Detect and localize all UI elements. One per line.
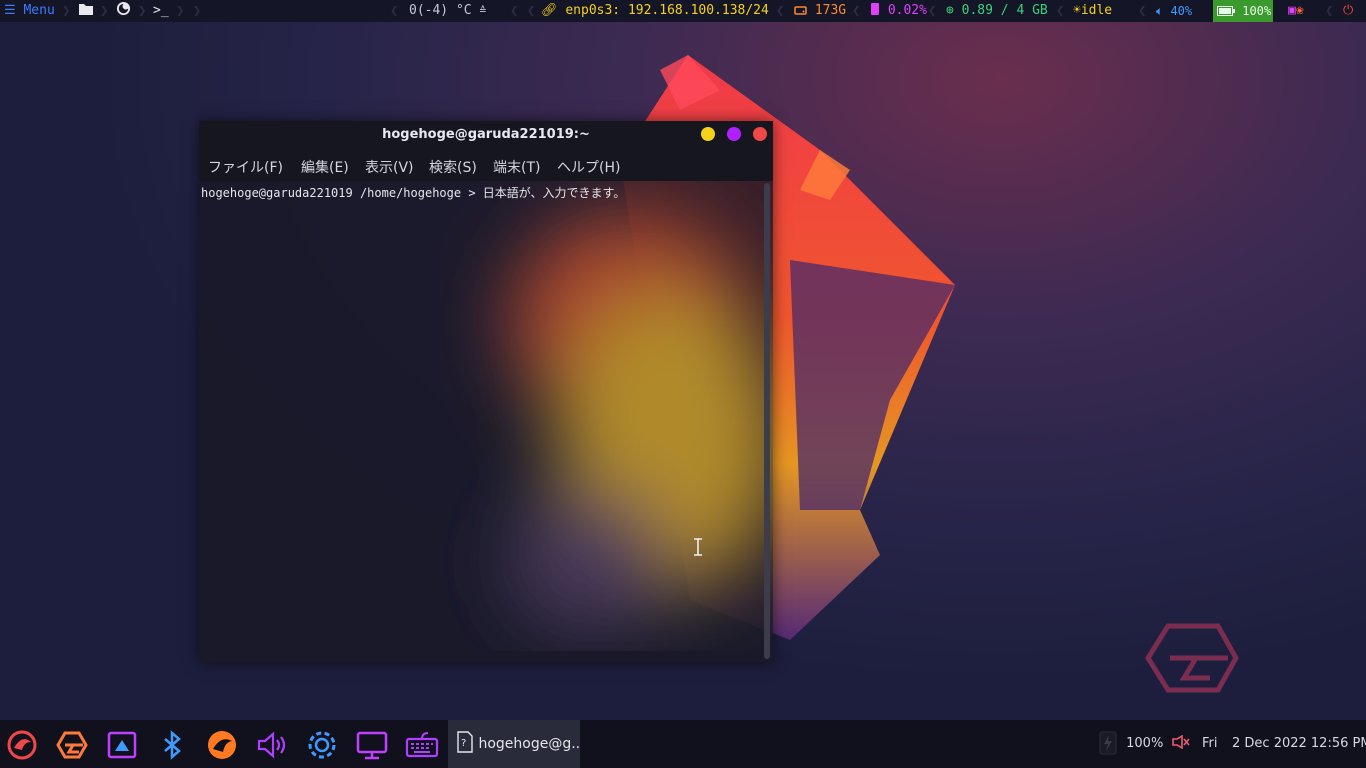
power-icon: ⏻ [1343, 3, 1354, 18]
network-widget[interactable]: 🔗︎ enp0s3: 192.168.100.138/24 [541, 0, 769, 22]
separator: ❯ [100, 3, 109, 19]
volume-mute-button[interactable] [1172, 720, 1190, 768]
menu-edit[interactable]: 編集(E) [301, 157, 349, 177]
separator: ❮ [852, 3, 861, 19]
memory-value: 0.89 / 4 GB [961, 3, 1048, 18]
brightness-value: 100% [1126, 736, 1164, 751]
menu-search[interactable]: 検索(S) [429, 157, 477, 177]
menu-terminal[interactable]: 端末(T) [493, 157, 540, 177]
lightning-battery-icon [1099, 731, 1117, 755]
battery-value: 100% [1242, 4, 1272, 18]
minimize-button[interactable] [701, 127, 715, 141]
garuda-logo-icon [1145, 623, 1239, 693]
memory-chip-icon: ⊕ [946, 3, 954, 18]
taskbar-task-terminal[interactable]: ? hogehoge@g.. [448, 720, 580, 768]
app-icon: ▣ [1288, 3, 1296, 18]
typed-input: 日本語が、入力できます。 [482, 186, 626, 200]
system-settings-gear-icon[interactable] [305, 728, 339, 762]
hamburger-icon: ☰ [4, 3, 16, 18]
shell-prompt: hogehoge@garuda221019 /home/hogehoge [201, 186, 462, 200]
separator: ❮ [1056, 3, 1065, 19]
folder-icon [79, 4, 93, 15]
battery-widget[interactable]: 100% [1213, 0, 1273, 22]
cpu-chip-icon [871, 3, 879, 15]
clock-datetime[interactable]: 2 Dec 2022 12:56 PM [1232, 720, 1366, 768]
link-icon: 🔗︎ [541, 3, 558, 18]
task-label: hogehoge@g.. [478, 736, 580, 752]
power-button[interactable]: ⏻ [1343, 0, 1353, 22]
separator: ❯ [138, 3, 147, 19]
prompt-arrow: > [468, 186, 476, 200]
taskbar: ? hogehoge@g.. 100% Fri 2 Dec 2022 12:56… [0, 720, 1366, 768]
tray-apps[interactable]: ▣❀ [1288, 0, 1304, 22]
thermometer-icon: ≙ [479, 4, 487, 17]
display-settings-icon[interactable] [355, 728, 389, 762]
disk-widget[interactable]: 173G [794, 0, 846, 22]
terminal-launcher-button[interactable]: >_ [153, 0, 169, 22]
separator: ❮ [1138, 3, 1147, 19]
brightness-indicator[interactable]: 100% [1098, 720, 1163, 768]
file-manager-button[interactable] [78, 0, 94, 22]
temperature-value: 0(-4) °C [409, 3, 472, 18]
battery-icon [1217, 6, 1235, 16]
menu-help[interactable]: ヘルプ(H) [557, 157, 620, 177]
separator: ❮ [776, 3, 785, 19]
volume-widget[interactable]: 🔈︎ 40% [1156, 0, 1192, 22]
unknown-file-icon: ? [457, 731, 473, 753]
separator: ❮ ❮ [510, 3, 536, 19]
terminal-window[interactable]: hogehoge@garuda221019:~ ファイル(F) 編集(E) 表示… [199, 121, 773, 662]
audio-settings-icon[interactable] [255, 728, 289, 762]
memory-widget[interactable]: ⊕ 0.89 / 4 GB [946, 0, 1048, 22]
screenshot-tool-icon[interactable] [105, 728, 139, 762]
terminal-prompt-icon: >_ [153, 3, 169, 18]
terminal-menubar: ファイル(F) 編集(E) 表示(V) 検索(S) 端末(T) ヘルプ(H) [199, 148, 773, 181]
close-button[interactable] [753, 127, 767, 141]
maximize-button[interactable] [727, 127, 741, 141]
wallpaper-blur [509, 211, 773, 631]
idle-widget[interactable]: ☀idle [1073, 0, 1112, 22]
top-bar: ☰ Menu ❯ ❯ ❯ >_ ❯ ❯ ❮ 0(-4) °C ≙ ❮ ❮ 🔗︎ … [0, 0, 1366, 22]
app-icon: ❀ [1295, 3, 1304, 18]
separator: ❮ [390, 3, 399, 19]
svg-text:?: ? [461, 738, 466, 749]
network-value: enp0s3: 192.168.100.138/24 [565, 3, 769, 18]
window-titlebar[interactable]: hogehoge@garuda221019:~ [199, 121, 773, 148]
menu-view[interactable]: 表示(V) [365, 157, 414, 177]
speaker-icon: 🔈︎ [1156, 4, 1164, 18]
browser-button[interactable] [116, 0, 131, 22]
speaker-muted-icon [1172, 734, 1190, 750]
clock-day[interactable]: Fri [1202, 720, 1218, 768]
menu-file[interactable]: ファイル(F) [208, 157, 283, 177]
separator: ❯ ❯ [176, 3, 202, 19]
cpu-widget[interactable]: 0.02% [870, 0, 927, 22]
separator: ❮ [928, 3, 937, 19]
garuda-eagle-icon[interactable] [205, 728, 239, 762]
bluetooth-icon[interactable] [155, 728, 189, 762]
menu-button[interactable]: ☰ Menu [4, 0, 55, 22]
window-title: hogehoge@garuda221019:~ [382, 127, 590, 142]
disk-value: 173G [814, 3, 847, 18]
text-cursor-icon [694, 538, 702, 556]
menu-label: Menu [23, 3, 55, 18]
sun-icon: ☀ [1073, 3, 1081, 18]
temperature-widget[interactable]: 0(-4) °C ≙ [409, 0, 486, 22]
garuda-settings-icon[interactable] [55, 728, 89, 762]
terminal-output[interactable]: hogehoge@garuda221019 /home/hogehoge > 日… [201, 184, 761, 204]
idle-value: idle [1080, 3, 1113, 18]
volume-value: 40% [1170, 4, 1193, 18]
firefox-icon [116, 1, 131, 16]
cpu-value: 0.02% [887, 3, 927, 18]
separator: ❯ [62, 3, 71, 19]
separator: ❮ [1325, 3, 1334, 19]
terminal-scrollbar[interactable] [764, 183, 770, 659]
hard-drive-icon [794, 6, 807, 15]
keyboard-settings-icon[interactable] [405, 728, 439, 762]
garuda-dragon-menu-icon[interactable] [5, 728, 39, 762]
